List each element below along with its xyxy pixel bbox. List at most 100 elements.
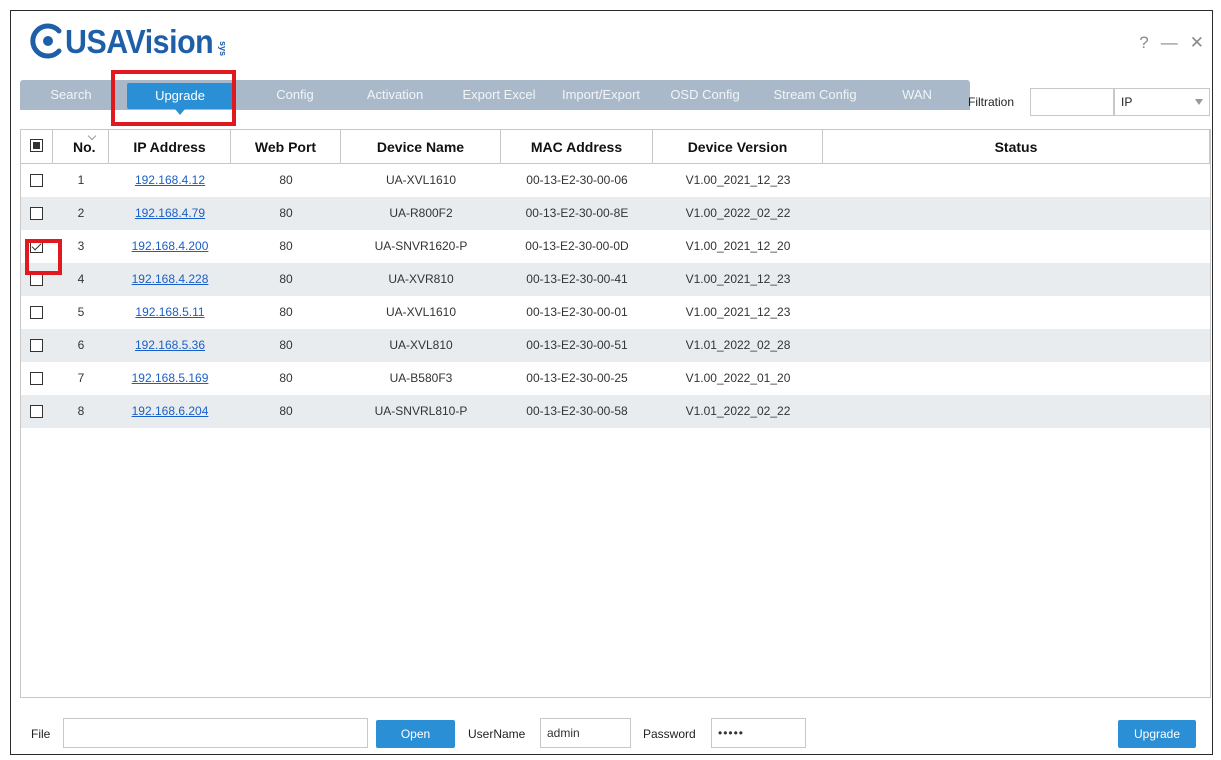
cell-no: 1 bbox=[77, 173, 85, 187]
tab-config[interactable]: Config bbox=[250, 80, 340, 110]
tab-import-export[interactable]: Import/Export bbox=[547, 80, 655, 110]
cell-status bbox=[823, 263, 1210, 296]
cell-no: 3 bbox=[77, 239, 85, 253]
cell-ip-address[interactable]: 192.168.4.228 bbox=[109, 263, 231, 296]
tab-stream-config[interactable]: Stream Config bbox=[760, 80, 870, 110]
file-path-input[interactable] bbox=[63, 718, 368, 748]
cell-device-name: UA-XVL1610 bbox=[385, 173, 457, 187]
cell-device-version: V1.00_2022_01_20 bbox=[685, 371, 791, 385]
table-row[interactable]: 5 192.168.5.11 80 UA-XVL1610 00-13-E2-30-00-… bbox=[21, 296, 1210, 329]
table-row[interactable]: 7 192.168.5.169 80 UA-B580F3 00-13-E2-30-00-… bbox=[21, 362, 1210, 395]
cell-no: 6 bbox=[77, 338, 85, 352]
cell-mac-address: 00-13-E2-30-00-58 bbox=[526, 404, 628, 418]
dropdown-arrow-icon bbox=[1195, 99, 1203, 105]
table-row[interactable]: 6 192.168.5.36 80 UA-XVL810 00-13-E2-30-00-5… bbox=[21, 329, 1210, 362]
cell-mac-address: 00-13-E2-30-00-8E bbox=[525, 206, 629, 220]
cell-device-name: UA-SNVRL810-P bbox=[374, 404, 468, 418]
cell-device-version: V1.00_2021_12_23 bbox=[685, 272, 791, 286]
cell-ip-address[interactable]: 192.168.5.11 bbox=[109, 296, 231, 329]
sort-chevron-icon bbox=[89, 133, 97, 138]
header-web-port[interactable]: Web Port bbox=[231, 130, 341, 164]
tab-search[interactable]: Search bbox=[36, 80, 106, 110]
cell-mac-address: 00-13-E2-30-00-0D bbox=[525, 239, 629, 253]
cell-mac-address: 00-13-E2-30-00-06 bbox=[526, 173, 628, 187]
open-button[interactable]: Open bbox=[376, 720, 455, 748]
cell-device-name: UA-SNVR1620-P bbox=[374, 239, 468, 253]
cell-ip-address[interactable]: 192.168.5.169 bbox=[109, 362, 231, 395]
table-row[interactable]: 2 192.168.4.79 80 UA-R800F2 00-13-E2-30-00-8… bbox=[21, 197, 1210, 230]
cell-device-version: V1.00_2021_12_20 bbox=[685, 239, 791, 253]
header-mac-address[interactable]: MAC Address bbox=[501, 130, 653, 164]
row-checkbox[interactable] bbox=[30, 240, 43, 253]
cell-ip-address[interactable]: 192.168.4.12 bbox=[109, 164, 231, 197]
cell-device-version: V1.01_2022_02_22 bbox=[685, 404, 791, 418]
window-controls: ? — ✕ bbox=[1139, 34, 1204, 51]
cell-web-port: 80 bbox=[279, 173, 293, 187]
row-checkbox[interactable] bbox=[30, 174, 43, 187]
table-row[interactable]: 4 192.168.4.228 80 UA-XVR810 00-13-E2-30-00-… bbox=[21, 263, 1210, 296]
cell-device-version: V1.01_2022_02_28 bbox=[685, 338, 791, 352]
row-checkbox[interactable] bbox=[30, 405, 43, 418]
header-device-name[interactable]: Device Name bbox=[341, 130, 501, 164]
cell-status bbox=[823, 362, 1210, 395]
table-row[interactable]: 1 192.168.4.12 80 UA-XVL1610 00-13-E2-30-00-… bbox=[21, 164, 1210, 197]
title-bar: USAVision sys ? — ✕ bbox=[11, 11, 1212, 79]
password-input[interactable]: ••••• bbox=[711, 718, 806, 748]
cell-mac-address: 00-13-E2-30-00-41 bbox=[526, 272, 628, 286]
cell-web-port: 80 bbox=[279, 404, 293, 418]
filtration-input[interactable] bbox=[1030, 88, 1114, 116]
filtration-type-select[interactable]: IP bbox=[1114, 88, 1210, 116]
row-checkbox[interactable] bbox=[30, 273, 43, 286]
cell-web-port: 80 bbox=[279, 338, 293, 352]
header-select-cell bbox=[21, 130, 53, 164]
select-all-checkbox[interactable] bbox=[30, 139, 43, 152]
cell-status bbox=[823, 230, 1210, 263]
file-label: File bbox=[31, 727, 51, 741]
row-checkbox[interactable] bbox=[30, 372, 43, 385]
cell-web-port: 80 bbox=[279, 206, 293, 220]
cell-no: 5 bbox=[77, 305, 85, 319]
tab-export-excel[interactable]: Export Excel bbox=[453, 80, 545, 110]
header-status[interactable]: Status bbox=[823, 130, 1210, 164]
cell-web-port: 80 bbox=[279, 371, 293, 385]
cell-no: 8 bbox=[77, 404, 85, 418]
main-tab-bar: Search Upgrade Config Activation Export … bbox=[20, 80, 970, 115]
cell-web-port: 80 bbox=[279, 305, 293, 319]
cell-device-name: UA-B580F3 bbox=[389, 371, 453, 385]
cell-ip-address[interactable]: 192.168.5.36 bbox=[109, 329, 231, 362]
cell-web-port: 80 bbox=[279, 239, 293, 253]
filtration-label: Filtration bbox=[968, 95, 1015, 109]
close-icon[interactable]: ✕ bbox=[1190, 34, 1204, 51]
upgrade-button[interactable]: Upgrade bbox=[1118, 720, 1196, 748]
row-checkbox[interactable] bbox=[30, 207, 43, 220]
cell-mac-address: 00-13-E2-30-00-25 bbox=[526, 371, 628, 385]
row-checkbox[interactable] bbox=[30, 339, 43, 352]
tab-osd-config[interactable]: OSD Config bbox=[660, 80, 750, 110]
minimize-icon[interactable]: — bbox=[1161, 34, 1178, 51]
header-device-version[interactable]: Device Version bbox=[653, 130, 823, 164]
cell-status bbox=[823, 395, 1210, 428]
cell-device-version: V1.00_2021_12_23 bbox=[685, 173, 791, 187]
cell-device-version: V1.00_2021_12_23 bbox=[685, 305, 791, 319]
cell-ip-address[interactable]: 192.168.4.79 bbox=[109, 197, 231, 230]
cell-ip-address[interactable]: 192.168.6.204 bbox=[109, 395, 231, 428]
cell-no: 2 bbox=[77, 206, 85, 220]
cell-mac-address: 00-13-E2-30-00-51 bbox=[526, 338, 628, 352]
cell-ip-address[interactable]: 192.168.4.200 bbox=[109, 230, 231, 263]
tab-wan[interactable]: WAN bbox=[882, 80, 952, 110]
header-ip-address[interactable]: IP Address bbox=[109, 130, 231, 164]
username-input[interactable]: admin bbox=[540, 718, 631, 748]
brand-logo: USAVision sys bbox=[29, 23, 228, 63]
table-row[interactable]: 8 192.168.6.204 80 UA-SNVRL810-P 00-13-E2-30… bbox=[21, 395, 1210, 428]
help-icon[interactable]: ? bbox=[1139, 34, 1148, 51]
tab-activation[interactable]: Activation bbox=[350, 80, 440, 110]
row-checkbox[interactable] bbox=[30, 306, 43, 319]
username-label: UserName bbox=[468, 727, 526, 741]
brand-suffix: sys bbox=[218, 41, 229, 57]
table-header: No. IP Address Web Port Device Name MAC … bbox=[21, 130, 1210, 164]
tab-upgrade[interactable]: Upgrade bbox=[127, 83, 233, 115]
cell-device-version: V1.00_2022_02_22 bbox=[685, 206, 791, 220]
header-no[interactable]: No. bbox=[53, 130, 109, 164]
bottom-bar: File Open UserName admin Password ••••• … bbox=[11, 706, 1212, 756]
table-row[interactable]: 3 192.168.4.200 80 UA-SNVR1620-P 00-13-E2-30… bbox=[21, 230, 1210, 263]
